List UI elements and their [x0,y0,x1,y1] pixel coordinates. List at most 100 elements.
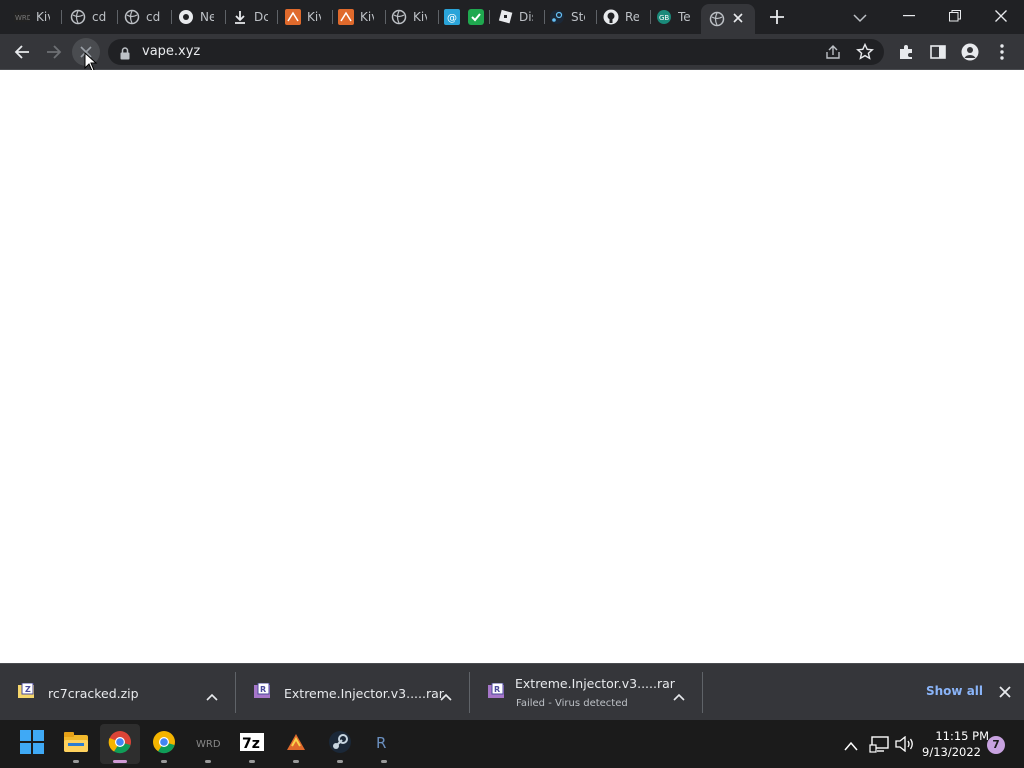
tab-title: Dc [254,10,268,24]
shelf-divider [702,672,703,713]
show-all-downloads-link[interactable]: Show all [926,684,983,698]
tab-6[interactable]: Kiv [285,4,333,30]
steam-icon [328,730,352,758]
taskbar-chrome[interactable] [100,724,140,764]
tab-14[interactable]: GB Te [656,4,704,30]
tab-title: cd [92,10,106,24]
kiwi-icon [284,730,308,758]
side-panel-icon[interactable] [924,38,952,66]
windows-start-icon [20,730,44,758]
download-filename: Extreme.Injector.v3.....rar [284,686,444,701]
taskbar-kiwi[interactable] [276,724,316,764]
clock-date[interactable]: 9/13/2022 [921,745,981,759]
download-options-chevron-icon[interactable] [673,686,685,701]
svg-text:WRD: WRD [15,14,30,22]
download-icon [232,9,248,25]
running-indicator [337,760,343,763]
download-item-failed[interactable]: R Extreme.Injector.v3.....rar Failed - V… [470,664,703,721]
7zip-icon: 7z [240,733,264,755]
zip-file-icon: Z [18,682,36,699]
tab-title: cd [146,10,160,24]
tab-search-chevron-icon[interactable] [853,8,871,24]
download-item[interactable]: R Extreme.Injector.v3.....rar [236,664,470,721]
globe-icon [124,9,140,25]
clock-time[interactable]: 11:15 PM [929,729,989,743]
tab-title: Kiv [360,10,374,24]
tab-separator [332,10,333,24]
tab-12[interactable]: Ste [549,4,597,30]
taskbar-7zip[interactable]: 7z [232,724,272,764]
extensions-puzzle-icon[interactable] [892,38,920,66]
tab-13[interactable]: Re [603,4,651,30]
menu-kebab-icon[interactable] [988,38,1016,66]
kiwi-icon [338,9,354,25]
tab-2[interactable]: cd [70,4,118,30]
tab-title: Re [625,10,639,24]
svg-text:R: R [376,734,386,751]
tab-5[interactable]: Dc [232,4,278,30]
steam-icon [549,9,565,25]
green-check-icon [468,9,484,25]
running-indicator [73,760,79,763]
profile-avatar-icon[interactable] [956,38,984,66]
roblox-icon [497,9,513,25]
running-indicator [249,760,255,763]
taskbar-roblox-studio[interactable]: R [364,724,404,764]
download-options-chevron-icon[interactable] [206,686,218,701]
globe-icon [391,9,407,25]
notification-badge[interactable]: 7 [987,736,1005,754]
restore-button[interactable] [932,0,978,32]
address-bar[interactable]: vape.xyz [108,39,884,65]
tab-separator [61,10,62,24]
close-tab-icon[interactable] [733,11,743,27]
tab-9[interactable]: @ [444,4,466,30]
rar-file-icon: R [254,682,272,699]
bookmark-star-icon[interactable] [856,42,874,65]
show-hidden-icons-chevron-icon[interactable] [843,737,859,756]
svg-text:Z: Z [25,685,31,694]
tab-separator [117,10,118,24]
tab-separator [225,10,226,24]
tab-title: Kiv [307,10,321,24]
tab-3[interactable]: cd [124,4,172,30]
share-icon[interactable] [824,43,842,65]
wrd-icon: WRD [14,9,30,25]
taskbar-file-explorer[interactable] [56,724,96,764]
download-filename: Extreme.Injector.v3.....rar [515,676,675,691]
kiwi-icon [285,9,301,25]
tab-8[interactable]: Kiv [391,4,439,30]
download-filename: rc7cracked.zip [48,686,139,701]
tab-1[interactable]: WRD Kiv [14,4,62,30]
forward-button[interactable] [40,38,68,66]
taskbar-chrome-alt[interactable] [144,724,184,764]
tab-active[interactable] [701,4,755,34]
tab-4[interactable]: Ne [178,4,226,30]
tab-title: Te [678,10,691,24]
page-content [0,70,1024,663]
chrome-icon [178,9,194,25]
minimize-button[interactable] [886,0,932,32]
tab-separator [544,10,545,24]
close-shelf-icon[interactable] [998,684,1014,700]
file-explorer-icon [64,732,88,756]
download-options-chevron-icon[interactable] [440,686,452,701]
taskbar-wrd[interactable]: WRD [188,724,228,764]
back-button[interactable] [8,38,36,66]
close-window-button[interactable] [978,0,1024,32]
volume-icon[interactable] [895,735,915,756]
tab-separator [277,10,278,24]
svg-text:R: R [260,685,266,694]
lock-icon[interactable] [120,45,130,64]
start-button[interactable] [12,724,52,764]
svg-text:R: R [494,685,500,694]
new-tab-button[interactable] [766,6,788,28]
network-icon[interactable] [869,735,889,757]
tab-7[interactable]: Kiv [338,4,386,30]
tab-11[interactable]: Dis [497,4,545,30]
download-shelf: Z rc7cracked.zip R Extreme.Injector.v3..… [0,663,1024,720]
tab-10[interactable] [468,4,490,30]
taskbar-steam[interactable] [320,724,360,764]
download-item[interactable]: Z rc7cracked.zip [0,664,236,721]
download-status: Failed - Virus detected [516,698,628,709]
url-text[interactable]: vape.xyz [142,44,200,59]
